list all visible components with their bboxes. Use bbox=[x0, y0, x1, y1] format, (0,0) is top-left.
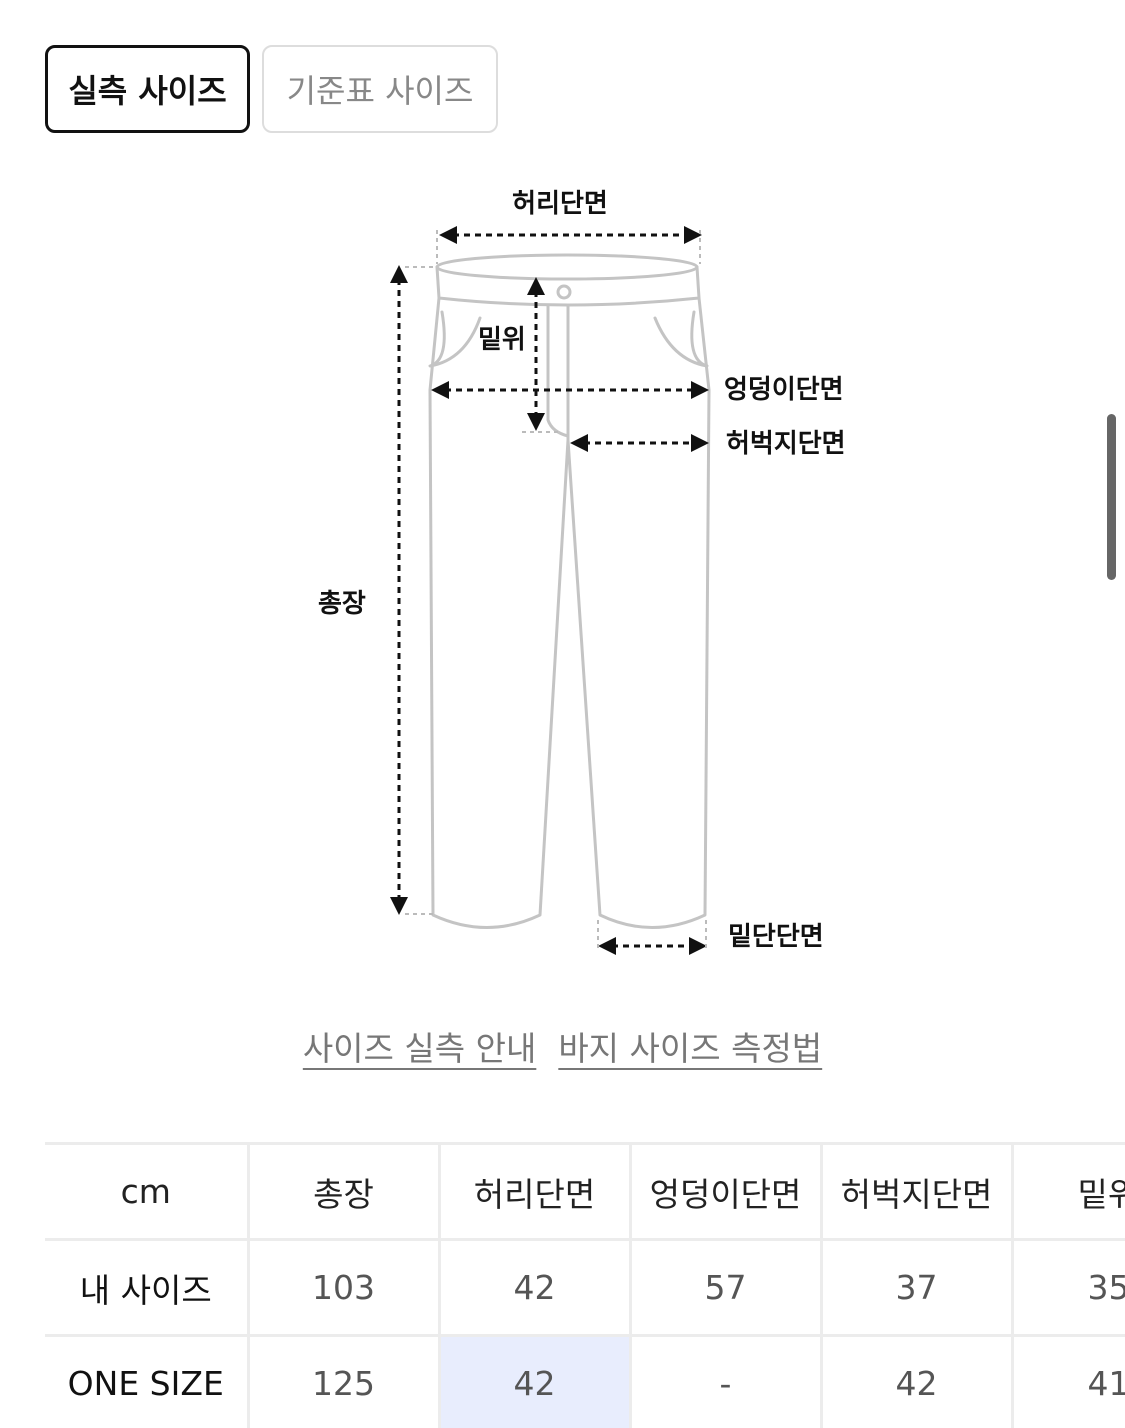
pants-measure-link[interactable]: 바지 사이즈 측정법 bbox=[558, 1022, 822, 1070]
guide-links: 사이즈 실측 안내 바지 사이즈 측정법 bbox=[0, 1022, 1125, 1070]
table-row: 내 사이즈 103 42 57 37 35 bbox=[45, 1238, 1125, 1337]
size-table: cm 총장 허리단면 엉덩이단면 허벅지단면 밑위 내 사이즈 103 42 5… bbox=[45, 1142, 1125, 1428]
table-cell: 42 bbox=[439, 1238, 632, 1337]
length-label: 총장 bbox=[318, 589, 366, 619]
table-cell: 125 bbox=[248, 1334, 441, 1428]
rise-label: 밑위 bbox=[478, 325, 526, 355]
pants-measurement-diagram: 허리단면 밑위 엉덩이단면 허벅지단면 총장 밑단단면 bbox=[318, 189, 846, 955]
table-cell: 57 bbox=[630, 1238, 823, 1337]
table-cell: 103 bbox=[248, 1238, 441, 1337]
header-hip: 엉덩이단면 bbox=[630, 1142, 823, 1241]
pants-outline bbox=[428, 253, 711, 929]
table-header-row: cm 총장 허리단면 엉덩이단면 허벅지단면 밑위 bbox=[45, 1142, 1125, 1241]
scrollbar[interactable] bbox=[1107, 414, 1116, 580]
table-cell-highlighted: 42 bbox=[439, 1334, 632, 1428]
header-length: 총장 bbox=[248, 1142, 441, 1241]
waist-label: 허리단면 bbox=[512, 189, 608, 219]
hem-label: 밑단단면 bbox=[728, 922, 824, 952]
hip-label: 엉덩이단면 bbox=[724, 375, 844, 405]
table-cell: 41 bbox=[1012, 1334, 1125, 1428]
unit-header: cm bbox=[45, 1142, 250, 1241]
header-rise: 밑위 bbox=[1012, 1142, 1125, 1241]
size-guide-link[interactable]: 사이즈 실측 안내 bbox=[303, 1022, 537, 1070]
row-label: ONE SIZE bbox=[45, 1334, 250, 1428]
header-waist: 허리단면 bbox=[439, 1142, 632, 1241]
header-thigh: 허벅지단면 bbox=[821, 1142, 1014, 1241]
table-cell: 35 bbox=[1012, 1238, 1125, 1337]
table-cell: 42 bbox=[821, 1334, 1014, 1428]
thigh-label: 허벅지단면 bbox=[726, 429, 846, 459]
table-cell: 37 bbox=[821, 1238, 1014, 1337]
tab-actual-size[interactable]: 실측 사이즈 bbox=[45, 45, 250, 133]
table-cell: - bbox=[630, 1334, 823, 1428]
tab-standard-size[interactable]: 기준표 사이즈 bbox=[262, 45, 498, 133]
row-label: 내 사이즈 bbox=[45, 1238, 250, 1337]
table-row: ONE SIZE 125 42 - 42 41 bbox=[45, 1334, 1125, 1428]
